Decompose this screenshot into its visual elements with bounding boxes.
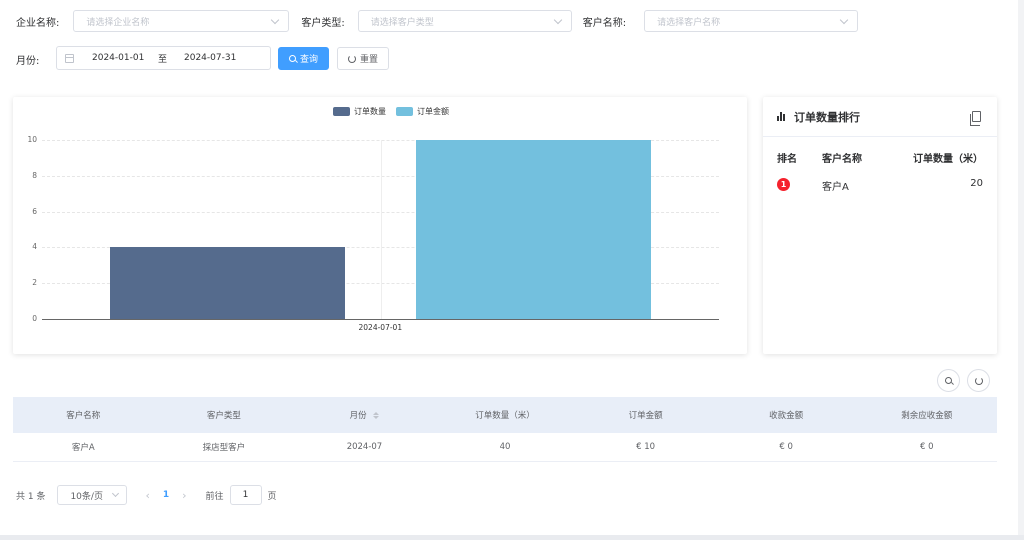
ranking-header: 订单数量排行 bbox=[763, 97, 997, 137]
customer-name-label: 客户名称: bbox=[582, 17, 627, 29]
calendar-icon bbox=[65, 54, 74, 63]
rank-badge: 1 bbox=[777, 178, 790, 191]
th-order-amount: 订单金额 bbox=[628, 411, 663, 421]
x-axis-line bbox=[42, 319, 719, 320]
legend-swatch bbox=[333, 107, 350, 116]
goto-label: 前往 bbox=[205, 491, 224, 502]
page-number[interactable]: 1 bbox=[163, 490, 169, 500]
chevron-down-icon bbox=[112, 489, 120, 498]
table-cell: 客户A bbox=[71, 443, 95, 453]
legend-item-order-qty[interactable]: 订单数量 bbox=[333, 106, 386, 117]
goto-page-input[interactable]: 1 bbox=[229, 485, 262, 505]
chart-legend: 订单数量 订单金额 bbox=[333, 106, 453, 117]
legend-label: 订单金额 bbox=[417, 107, 449, 116]
table-refresh-button[interactable] bbox=[967, 369, 990, 392]
query-button[interactable]: 查询 bbox=[278, 47, 329, 70]
ranking-col-rank: 排名 bbox=[777, 154, 797, 165]
table-cell: € 0 bbox=[779, 442, 793, 452]
refresh-icon bbox=[347, 54, 356, 63]
legend-swatch bbox=[396, 107, 413, 116]
chevron-down-icon bbox=[839, 15, 849, 25]
legend-item-order-amount[interactable]: 订单金额 bbox=[396, 106, 449, 117]
reset-button-label: 重置 bbox=[359, 55, 378, 65]
date-separator: 至 bbox=[158, 54, 168, 65]
search-icon bbox=[945, 377, 952, 384]
y-tick-label: 0 bbox=[32, 314, 37, 323]
y-tick-label: 4 bbox=[32, 242, 37, 252]
customer-type-select[interactable]: 请选择客户类型 bbox=[357, 10, 572, 32]
th-month-label: 月份 bbox=[349, 411, 367, 421]
sort-icon[interactable] bbox=[373, 412, 380, 419]
month-date-range[interactable]: 2024-01-01 至 2024-07-31 bbox=[56, 46, 271, 70]
chevron-down-icon bbox=[553, 15, 562, 25]
chart-category-divider bbox=[380, 140, 382, 319]
bottom-bar bbox=[0, 535, 1024, 540]
company-select-placeholder: 请选择企业名称 bbox=[86, 17, 150, 28]
prev-page-icon[interactable]: ‹ bbox=[145, 489, 149, 502]
data-table: 客户名称 客户类型 月份 订单数量（米） 订单金额 收款金额 剩余应收金额 客户… bbox=[13, 397, 997, 462]
bar-chart-icon bbox=[777, 112, 786, 121]
ranking-row-qty: 20 bbox=[970, 178, 983, 189]
th-customer-type: 客户类型 bbox=[206, 411, 241, 421]
y-tick-label: 2 bbox=[32, 278, 37, 288]
company-label: 企业名称: bbox=[16, 17, 60, 29]
month-label: 月份: bbox=[16, 56, 40, 67]
query-button-label: 查询 bbox=[299, 55, 318, 65]
th-customer-name: 客户名称 bbox=[66, 411, 101, 421]
chart-card: 订单数量 订单金额 0 2 4 6 8 10 2024-07-01 bbox=[13, 97, 747, 354]
copy-icon[interactable] bbox=[970, 111, 981, 126]
ranking-row-name: 客户A bbox=[822, 182, 849, 193]
chevron-down-icon bbox=[271, 15, 280, 25]
filter-row-1: 企业名称: 请选择企业名称 客户类型: 请选择客户类型 客户名称: 请选择客户名… bbox=[16, 10, 859, 32]
search-icon bbox=[288, 55, 296, 62]
th-month[interactable]: 月份 bbox=[294, 409, 435, 421]
vertical-scrollbar[interactable] bbox=[1018, 0, 1024, 540]
th-received-amount: 收款金额 bbox=[769, 411, 804, 421]
reset-button[interactable]: 重置 bbox=[337, 47, 389, 70]
y-tick-label: 10 bbox=[27, 135, 37, 144]
table-cell: 40 bbox=[499, 442, 511, 452]
page-size-value: 10条/页 bbox=[70, 491, 103, 502]
table-header: 客户名称 客户类型 月份 订单数量（米） 订单金额 收款金额 剩余应收金额 bbox=[13, 397, 997, 433]
customer-type-select-placeholder: 请选择客户类型 bbox=[370, 17, 434, 28]
page-size-select[interactable]: 10条/页 bbox=[57, 485, 128, 505]
table-cell: 2024-07 bbox=[346, 442, 383, 452]
table-search-button[interactable] bbox=[937, 369, 960, 392]
pagination: 共 1 条 10条/页 ‹ 1 › 前往 1 页 bbox=[16, 485, 277, 505]
th-remaining-receivable: 剩余应收金额 bbox=[901, 411, 953, 421]
customer-type-label: 客户类型: bbox=[301, 17, 345, 29]
y-tick-label: 8 bbox=[32, 170, 37, 180]
pagination-total: 共 1 条 bbox=[16, 491, 46, 502]
table-row[interactable]: 客户A 採店型客户 2024-07 40 € 10 € 0 € 0 bbox=[13, 433, 997, 462]
customer-name-select[interactable]: 请选择客户名称 bbox=[644, 10, 859, 32]
company-select[interactable]: 请选择企业名称 bbox=[73, 10, 290, 32]
ranking-card: 订单数量排行 排名 客户名称 订单数量（米） 1 客户A 20 bbox=[763, 97, 997, 354]
next-page-icon[interactable]: › bbox=[182, 489, 186, 502]
chart-bar[interactable] bbox=[109, 247, 346, 319]
chart-bar[interactable] bbox=[415, 140, 652, 319]
th-order-qty: 订单数量（米） bbox=[475, 411, 535, 421]
x-tick-label: 2024-07-01 bbox=[358, 323, 403, 332]
ranking-col-qty: 订单数量（米） bbox=[913, 154, 983, 165]
ranking-col-name: 客户名称 bbox=[822, 154, 862, 165]
date-end[interactable]: 2024-07-31 bbox=[184, 53, 236, 63]
refresh-icon bbox=[974, 376, 983, 385]
page-suffix: 页 bbox=[267, 491, 277, 502]
table-cell: 採店型客户 bbox=[202, 443, 246, 453]
ranking-title: 订单数量排行 bbox=[794, 110, 860, 124]
table-cell: € 10 bbox=[636, 442, 656, 452]
table-cell: € 0 bbox=[919, 442, 934, 452]
y-tick-label: 6 bbox=[32, 206, 37, 216]
customer-name-select-placeholder: 请选择客户名称 bbox=[657, 17, 721, 28]
date-start[interactable]: 2024-01-01 bbox=[92, 53, 144, 63]
legend-label: 订单数量 bbox=[354, 107, 386, 116]
